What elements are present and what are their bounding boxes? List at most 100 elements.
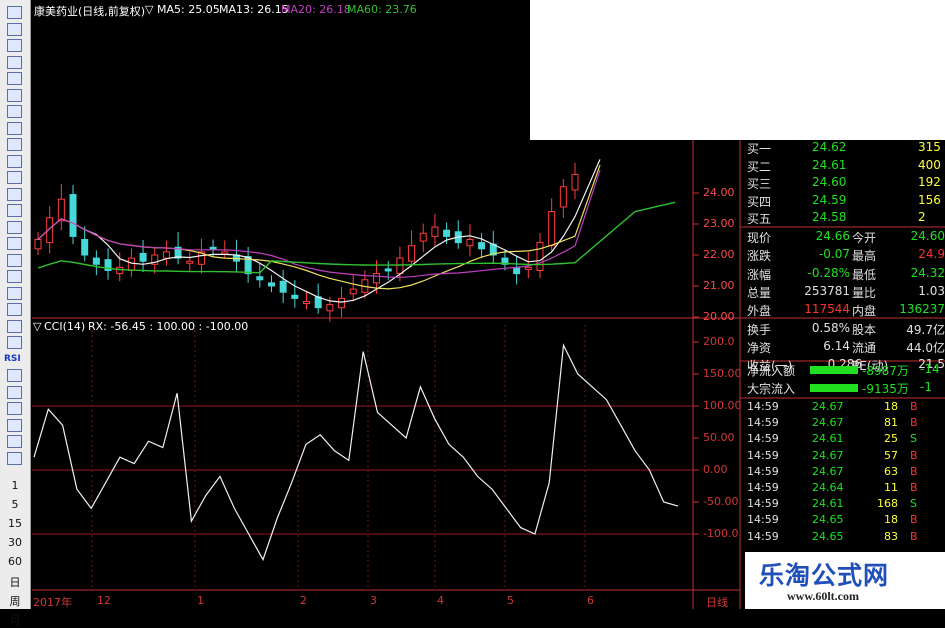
flow-extra: -14 <box>920 362 940 376</box>
magnify-icon[interactable] <box>7 303 22 316</box>
window2-icon[interactable] <box>7 253 22 267</box>
calendar-icon[interactable] <box>7 187 22 201</box>
candle <box>81 226 89 262</box>
candle <box>466 224 474 257</box>
f10-icon[interactable] <box>7 204 22 217</box>
candle <box>279 269 287 304</box>
stat-value-2: 49.7亿 <box>906 322 945 337</box>
price-tick-label: 20.00 <box>703 310 735 323</box>
candle <box>361 270 369 299</box>
candle <box>419 223 427 252</box>
tick-side: B <box>910 464 918 478</box>
up-arrow-icon[interactable] <box>7 22 22 36</box>
candle <box>443 222 451 245</box>
ma20-line <box>37 169 601 278</box>
scale-icon[interactable] <box>7 336 22 349</box>
bid-price: 24.60 <box>812 175 847 189</box>
tick-price: 24.65 <box>812 529 844 543</box>
tick-price: 24.61 <box>812 432 844 446</box>
tick-time: 14:59 <box>747 497 779 511</box>
candle <box>256 263 264 288</box>
bid-label: 买五 <box>747 212 772 226</box>
star-icon[interactable] <box>7 385 22 399</box>
candle <box>478 232 486 259</box>
tick-side: S <box>910 432 917 446</box>
pencil-icon[interactable] <box>7 418 22 432</box>
tick-volume: 83 <box>884 529 898 543</box>
candle <box>338 286 346 317</box>
period-4[interactable]: 60 <box>0 555 30 568</box>
candle <box>34 231 42 255</box>
cci-rx-values: RX: -56.45 : 100.00 : -100.00 <box>88 320 249 333</box>
bid-volume: 400 <box>918 157 941 172</box>
window-icon[interactable] <box>7 154 22 168</box>
candle <box>524 252 532 279</box>
left-toolbar: RSI 1 5 15 30 60 日周月 <box>0 0 31 627</box>
stat-label-2: 流通 <box>852 340 877 355</box>
tick-volume: 81 <box>884 416 898 430</box>
period-0[interactable]: 1 <box>0 479 30 492</box>
flow-bar <box>810 366 858 374</box>
cursor2-icon[interactable] <box>7 369 22 382</box>
indicator-menu-icon[interactable]: ▽ <box>145 3 153 16</box>
candle <box>244 246 252 283</box>
list-icon[interactable] <box>7 171 22 184</box>
grid-icon[interactable] <box>7 72 22 85</box>
tick-time: 14:59 <box>747 448 779 462</box>
stat-label: 涨幅 <box>747 267 772 282</box>
f6-icon[interactable] <box>7 451 22 465</box>
search-icon[interactable] <box>7 319 22 333</box>
f11-icon[interactable] <box>7 220 22 234</box>
candle <box>314 283 322 314</box>
period-7[interactable]: 月 <box>0 612 30 628</box>
candle <box>501 250 509 271</box>
tick-side: B <box>910 448 918 462</box>
rsi-icon[interactable]: RSI <box>4 354 21 364</box>
tick-time: 14:59 <box>747 464 779 478</box>
period-2[interactable]: 15 <box>0 517 30 530</box>
cci-tick-label: 150.00 <box>703 367 742 380</box>
tick-time: 14:59 <box>747 432 779 446</box>
cci-tick-label: -50.00 <box>703 495 739 508</box>
cursor-icon[interactable] <box>7 6 22 19</box>
tick-time: 14:59 <box>747 416 779 430</box>
info-icon[interactable] <box>7 270 22 283</box>
watermark-title: 乐淘公式网 <box>759 561 890 590</box>
ma60-label: MA60: 23.76 <box>347 3 417 16</box>
zoom-icon[interactable] <box>7 55 22 69</box>
ma20-label: MA20: 26.18 <box>281 3 351 16</box>
bar-chart-icon[interactable] <box>7 88 22 102</box>
ma13-line <box>37 164 601 290</box>
table-icon[interactable] <box>7 105 22 118</box>
candle <box>232 239 240 273</box>
candle <box>548 198 556 252</box>
candle-icon[interactable] <box>7 121 22 135</box>
candle <box>326 296 334 322</box>
period-6[interactable]: 周 <box>0 593 30 609</box>
candle <box>116 252 124 282</box>
date-tick-label: 6 <box>587 594 594 607</box>
price-tick-label: 22.00 <box>703 248 735 261</box>
bid-price: 24.61 <box>812 157 847 172</box>
tick-side: B <box>910 400 918 413</box>
bid-price: 24.59 <box>812 192 847 207</box>
stock-title: 康美药业(日线,前复权) <box>34 5 146 18</box>
period-3[interactable]: 30 <box>0 536 30 549</box>
tick-time: 14:59 <box>747 513 779 527</box>
tools-icon[interactable] <box>7 286 22 300</box>
down-arrow-icon[interactable] <box>7 39 22 52</box>
period-5[interactable]: 日 <box>0 574 30 590</box>
f12-icon[interactable] <box>7 237 22 250</box>
flow-label: 大宗流入 <box>747 382 796 396</box>
f5-icon[interactable] <box>7 435 22 448</box>
line-chart-icon[interactable] <box>7 138 22 151</box>
move-icon[interactable] <box>7 402 22 415</box>
flow-label: 净流入额 <box>747 364 796 378</box>
candle <box>92 250 100 276</box>
candle <box>384 261 392 280</box>
cci-tick-label: 0.00 <box>703 463 728 476</box>
cci-menu-icon[interactable]: ▽ <box>33 320 41 333</box>
period-1[interactable]: 5 <box>0 498 30 511</box>
tick-volume: 11 <box>884 481 898 494</box>
tick-volume: 25 <box>884 432 898 446</box>
